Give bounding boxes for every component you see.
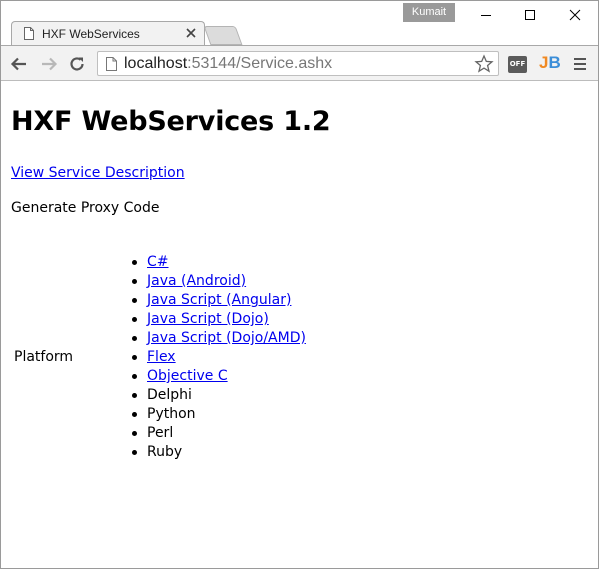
url-path: :53144/Service.ashx bbox=[187, 55, 333, 72]
platform-list-item[interactable]: Flex bbox=[132, 348, 306, 367]
jetbrains-extension-icon[interactable]: JB bbox=[539, 53, 561, 73]
platform-list: C# Java (Android) Java Script (Angular) Jav… bbox=[132, 253, 306, 462]
off-extension-icon[interactable]: OFF bbox=[508, 56, 527, 73]
platform-link[interactable]: Objective C bbox=[147, 368, 228, 384]
platform-link[interactable]: Java (Android) bbox=[147, 273, 246, 289]
url-text: localhost:53144/Service.ashx bbox=[124, 55, 332, 73]
platform-link[interactable]: C# bbox=[147, 254, 169, 270]
minimize-icon bbox=[481, 15, 491, 16]
platform-list-item[interactable]: Java Script (Dojo/AMD) bbox=[132, 329, 306, 348]
platform-text: Delphi bbox=[147, 387, 192, 403]
platform-link[interactable]: Flex bbox=[147, 349, 176, 365]
platform-list-item: Python bbox=[132, 405, 306, 424]
url-host: localhost bbox=[124, 55, 188, 72]
tab-title: HXF WebServices bbox=[42, 27, 140, 41]
new-tab-button[interactable] bbox=[203, 26, 243, 45]
page-content: HXF WebServices 1.2 View Service Descrip… bbox=[1, 82, 598, 568]
close-icon bbox=[569, 9, 581, 21]
profile-badge[interactable]: Kumait bbox=[403, 3, 455, 22]
page-icon bbox=[106, 57, 117, 71]
maximize-button[interactable] bbox=[508, 1, 552, 29]
tab-close-icon[interactable] bbox=[185, 27, 197, 39]
platform-list-item: Ruby bbox=[132, 443, 306, 462]
platform-link[interactable]: Java Script (Dojo/AMD) bbox=[147, 330, 306, 346]
forward-arrow-icon bbox=[42, 57, 58, 71]
platform-text: Python bbox=[147, 406, 196, 422]
address-bar[interactable]: localhost:53144/Service.ashx bbox=[97, 51, 499, 76]
platform-list-item[interactable]: C# bbox=[132, 253, 306, 272]
platform-list-item[interactable]: Objective C bbox=[132, 367, 306, 386]
menu-icon[interactable] bbox=[573, 56, 587, 72]
close-window-button[interactable] bbox=[553, 1, 597, 29]
forward-button[interactable] bbox=[39, 54, 59, 74]
reload-button[interactable] bbox=[67, 54, 87, 74]
browser-toolbar: localhost:53144/Service.ashx OFF JB bbox=[1, 45, 598, 81]
platform-list-item[interactable]: Java (Android) bbox=[132, 272, 306, 291]
platform-text: Perl bbox=[147, 425, 174, 441]
generate-proxy-code-label: Generate Proxy Code bbox=[11, 200, 160, 216]
back-button[interactable] bbox=[9, 54, 29, 74]
view-service-description-link[interactable]: View Service Description bbox=[11, 165, 185, 181]
page-title: HXF WebServices 1.2 bbox=[11, 106, 331, 137]
maximize-icon bbox=[525, 10, 535, 20]
back-arrow-icon bbox=[10, 57, 26, 71]
title-bar: HXF WebServices Kumait bbox=[1, 1, 598, 45]
platform-list-item: Delphi bbox=[132, 386, 306, 405]
platform-list-item[interactable]: Java Script (Angular) bbox=[132, 291, 306, 310]
platform-link[interactable]: Java Script (Dojo) bbox=[147, 311, 269, 327]
reload-icon bbox=[70, 57, 84, 71]
minimize-button[interactable] bbox=[464, 1, 508, 29]
browser-window: HXF WebServices Kumait localhost:53144/S… bbox=[0, 0, 599, 569]
platform-list-item[interactable]: Java Script (Dojo) bbox=[132, 310, 306, 329]
page-favicon-icon bbox=[24, 27, 34, 40]
platform-link[interactable]: Java Script (Angular) bbox=[147, 292, 291, 308]
platform-text: Ruby bbox=[147, 444, 183, 460]
platform-label: Platform bbox=[14, 349, 74, 365]
bookmark-star-icon[interactable] bbox=[474, 54, 494, 74]
platform-list-item: Perl bbox=[132, 424, 306, 443]
browser-tab[interactable]: HXF WebServices bbox=[11, 21, 205, 45]
